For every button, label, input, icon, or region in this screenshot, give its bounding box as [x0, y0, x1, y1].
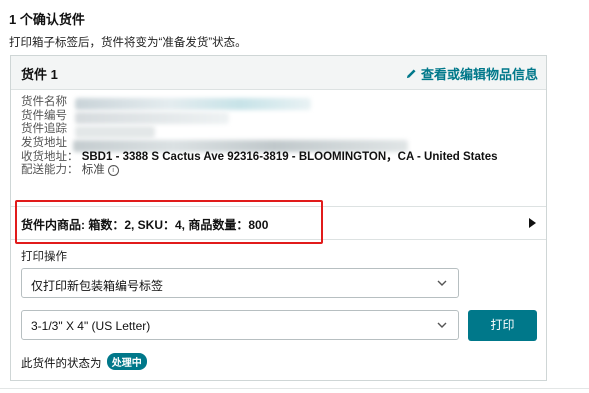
field-ship-from: 发货地址 [21, 137, 498, 151]
edit-items-link[interactable]: 查看或编辑物品信息 [406, 64, 538, 83]
field-label: 货件编号 [21, 109, 67, 122]
status-badge: 处理中 [106, 353, 147, 370]
field-ship-to: 收货地址： SBD1 - 3388 S Cactus Ave 92316-381… [21, 151, 498, 165]
status-prefix: 此货件的状态为 [21, 358, 102, 370]
field-shipment-id: 货件编号 [21, 110, 498, 124]
page-heading: 1 个确认货件 [9, 12, 85, 27]
print-action-select[interactable]: 仅打印新包装箱编号标签 [21, 268, 459, 298]
field-shipment-name: 货件名称 [21, 96, 498, 110]
contents-summary: 货件内商品: 箱数：2, SKU：4, 商品数量：800 [21, 218, 269, 232]
paper-size-select[interactable]: 3-1/3" X 4" (US Letter) [21, 310, 459, 340]
field-label: 收货地址： [21, 150, 79, 163]
shipment-title: 货件 1 [21, 67, 58, 82]
print-action-value: 仅打印新包装箱编号标签 [31, 279, 164, 293]
info-icon[interactable]: i [107, 165, 119, 177]
field-tracking: 货件追踪 [21, 123, 498, 137]
print-section-label: 打印操作 [21, 251, 67, 263]
shipment-info: 货件名称 货件编号 货件追踪 发货地址 收货地址： SBD1 - 3388 S … [21, 96, 498, 178]
pencil-icon [406, 69, 416, 79]
triangle-right-icon [529, 218, 536, 228]
field-label: 货件追踪 [21, 123, 67, 136]
ship-to-address: SBD1 - 3388 S Cactus Ave 92316-3819 - BL… [81, 150, 498, 163]
capability-value: 标准 [81, 164, 105, 177]
shipment-card: 货件 1 查看或编辑物品信息 货件名称 货件编号 货件追踪 发货地址 收货地址：… [10, 55, 547, 381]
field-label: 发货地址 [21, 137, 67, 150]
page-subtext: 打印箱子标签后，货件将变为“准备发货”状态。 [9, 37, 247, 49]
field-label: 配送能力： [21, 164, 79, 177]
field-capability: 配送能力： 标准 i [21, 164, 498, 178]
chevron-down-icon [437, 280, 447, 286]
shipment-card-header: 货件 1 查看或编辑物品信息 [11, 56, 546, 90]
edit-items-label: 查看或编辑物品信息 [420, 67, 538, 82]
chevron-down-icon [437, 322, 447, 328]
print-button[interactable]: 打印 [468, 310, 537, 341]
paper-size-value: 3-1/3" X 4" (US Letter) [31, 319, 151, 333]
field-label: 货件名称 [21, 96, 67, 108]
shipment-contents-row[interactable]: 货件内商品: 箱数：2, SKU：4, 商品数量：800 [11, 206, 546, 240]
shipment-status: 此货件的状态为 处理中 [21, 353, 147, 371]
divider [0, 388, 589, 389]
